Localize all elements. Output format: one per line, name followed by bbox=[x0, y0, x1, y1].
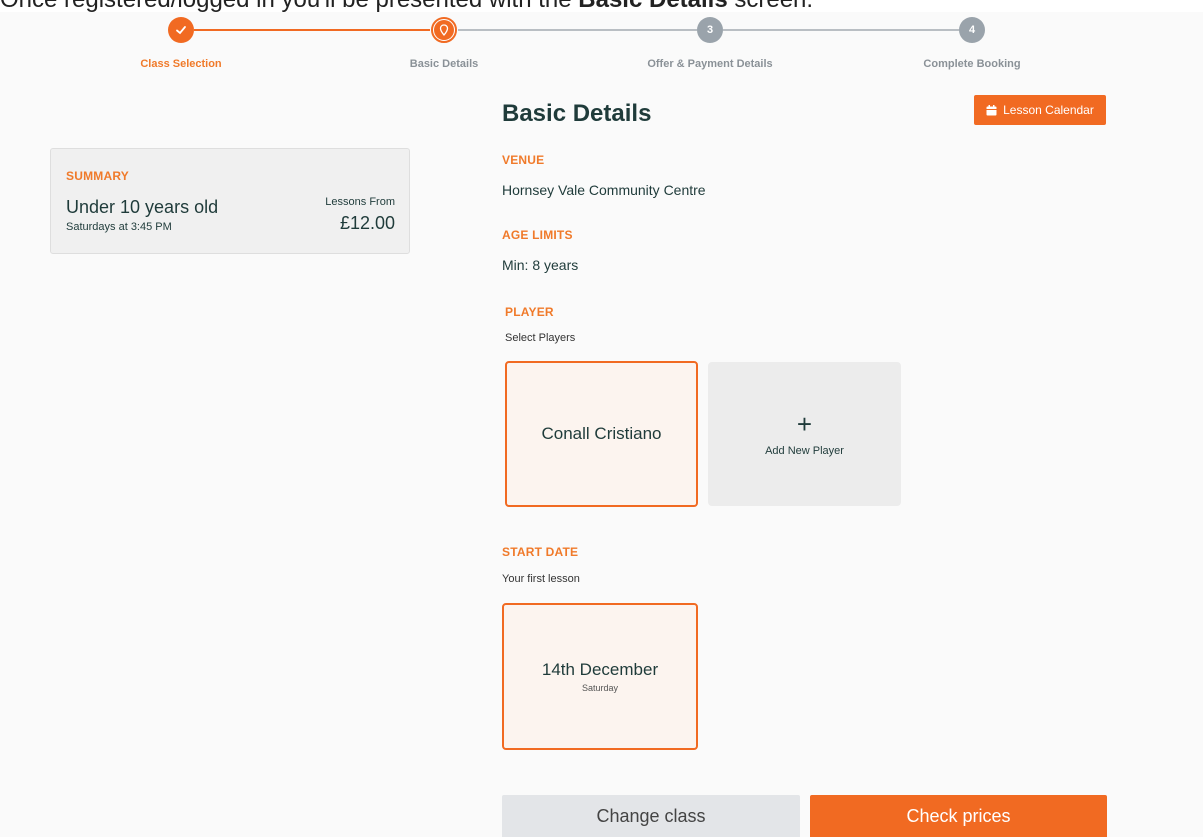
change-class-button[interactable]: Change class bbox=[502, 795, 800, 837]
step-complete-booking[interactable]: 4 bbox=[959, 17, 985, 43]
add-new-player-label: Add New Player bbox=[765, 445, 844, 457]
player-card-selected[interactable]: Conall Cristiano bbox=[505, 361, 698, 507]
start-date-value: 14th December bbox=[541, 660, 659, 679]
progress-line-completed bbox=[194, 29, 430, 31]
step-offer-payment[interactable]: 3 bbox=[697, 17, 723, 43]
step-label-class-selection: Class Selection bbox=[140, 58, 222, 70]
step-label-complete-booking: Complete Booking bbox=[923, 58, 1021, 70]
caption-band: Once registered/logged in you'll be pres… bbox=[0, 0, 1203, 12]
step-label-basic-details: Basic Details bbox=[409, 58, 479, 70]
pin-icon bbox=[439, 24, 449, 36]
page-title: Basic Details bbox=[502, 100, 652, 127]
venue-heading: VENUE bbox=[502, 153, 545, 167]
summary-heading: SUMMARY bbox=[66, 169, 129, 183]
summary-class-name: Under 10 years old bbox=[66, 197, 219, 217]
add-new-player-button[interactable]: + Add New Player bbox=[708, 362, 901, 506]
check-prices-button[interactable]: Check prices bbox=[810, 795, 1107, 837]
summary-card: SUMMARY Under 10 years old Saturdays at … bbox=[50, 148, 410, 254]
progress-line-pending bbox=[723, 29, 959, 31]
step-class-selection[interactable] bbox=[168, 17, 194, 43]
step-active-inner bbox=[434, 20, 454, 40]
progress-line-pending bbox=[458, 29, 697, 31]
check-icon bbox=[176, 26, 186, 35]
instruction-caption: Once registered/logged in you'll be pres… bbox=[0, 0, 813, 12]
step-label-offer-payment: Offer & Payment Details bbox=[647, 58, 773, 70]
summary-price-label: Lessons From bbox=[325, 196, 395, 208]
plus-icon: + bbox=[796, 409, 813, 439]
age-limits-value: Min: 8 years bbox=[502, 257, 579, 273]
step-basic-details[interactable] bbox=[431, 17, 457, 43]
player-subtitle: Select Players bbox=[505, 332, 576, 344]
start-date-card-selected[interactable]: 14th December Saturday bbox=[502, 603, 698, 750]
player-name: Conall Cristiano bbox=[541, 424, 662, 443]
calendar-icon bbox=[986, 104, 997, 115]
player-heading: PLAYER bbox=[505, 305, 554, 319]
start-day-value: Saturday bbox=[581, 683, 619, 693]
start-date-heading: START DATE bbox=[502, 545, 579, 559]
age-limits-heading: AGE LIMITS bbox=[502, 228, 573, 242]
start-date-subtitle: Your first lesson bbox=[502, 573, 580, 585]
venue-value: Hornsey Vale Community Centre bbox=[502, 182, 706, 198]
summary-price: £12.00 bbox=[339, 213, 395, 233]
lesson-calendar-button[interactable]: Lesson Calendar bbox=[974, 95, 1106, 125]
summary-schedule: Saturdays at 3:45 PM bbox=[66, 221, 172, 233]
